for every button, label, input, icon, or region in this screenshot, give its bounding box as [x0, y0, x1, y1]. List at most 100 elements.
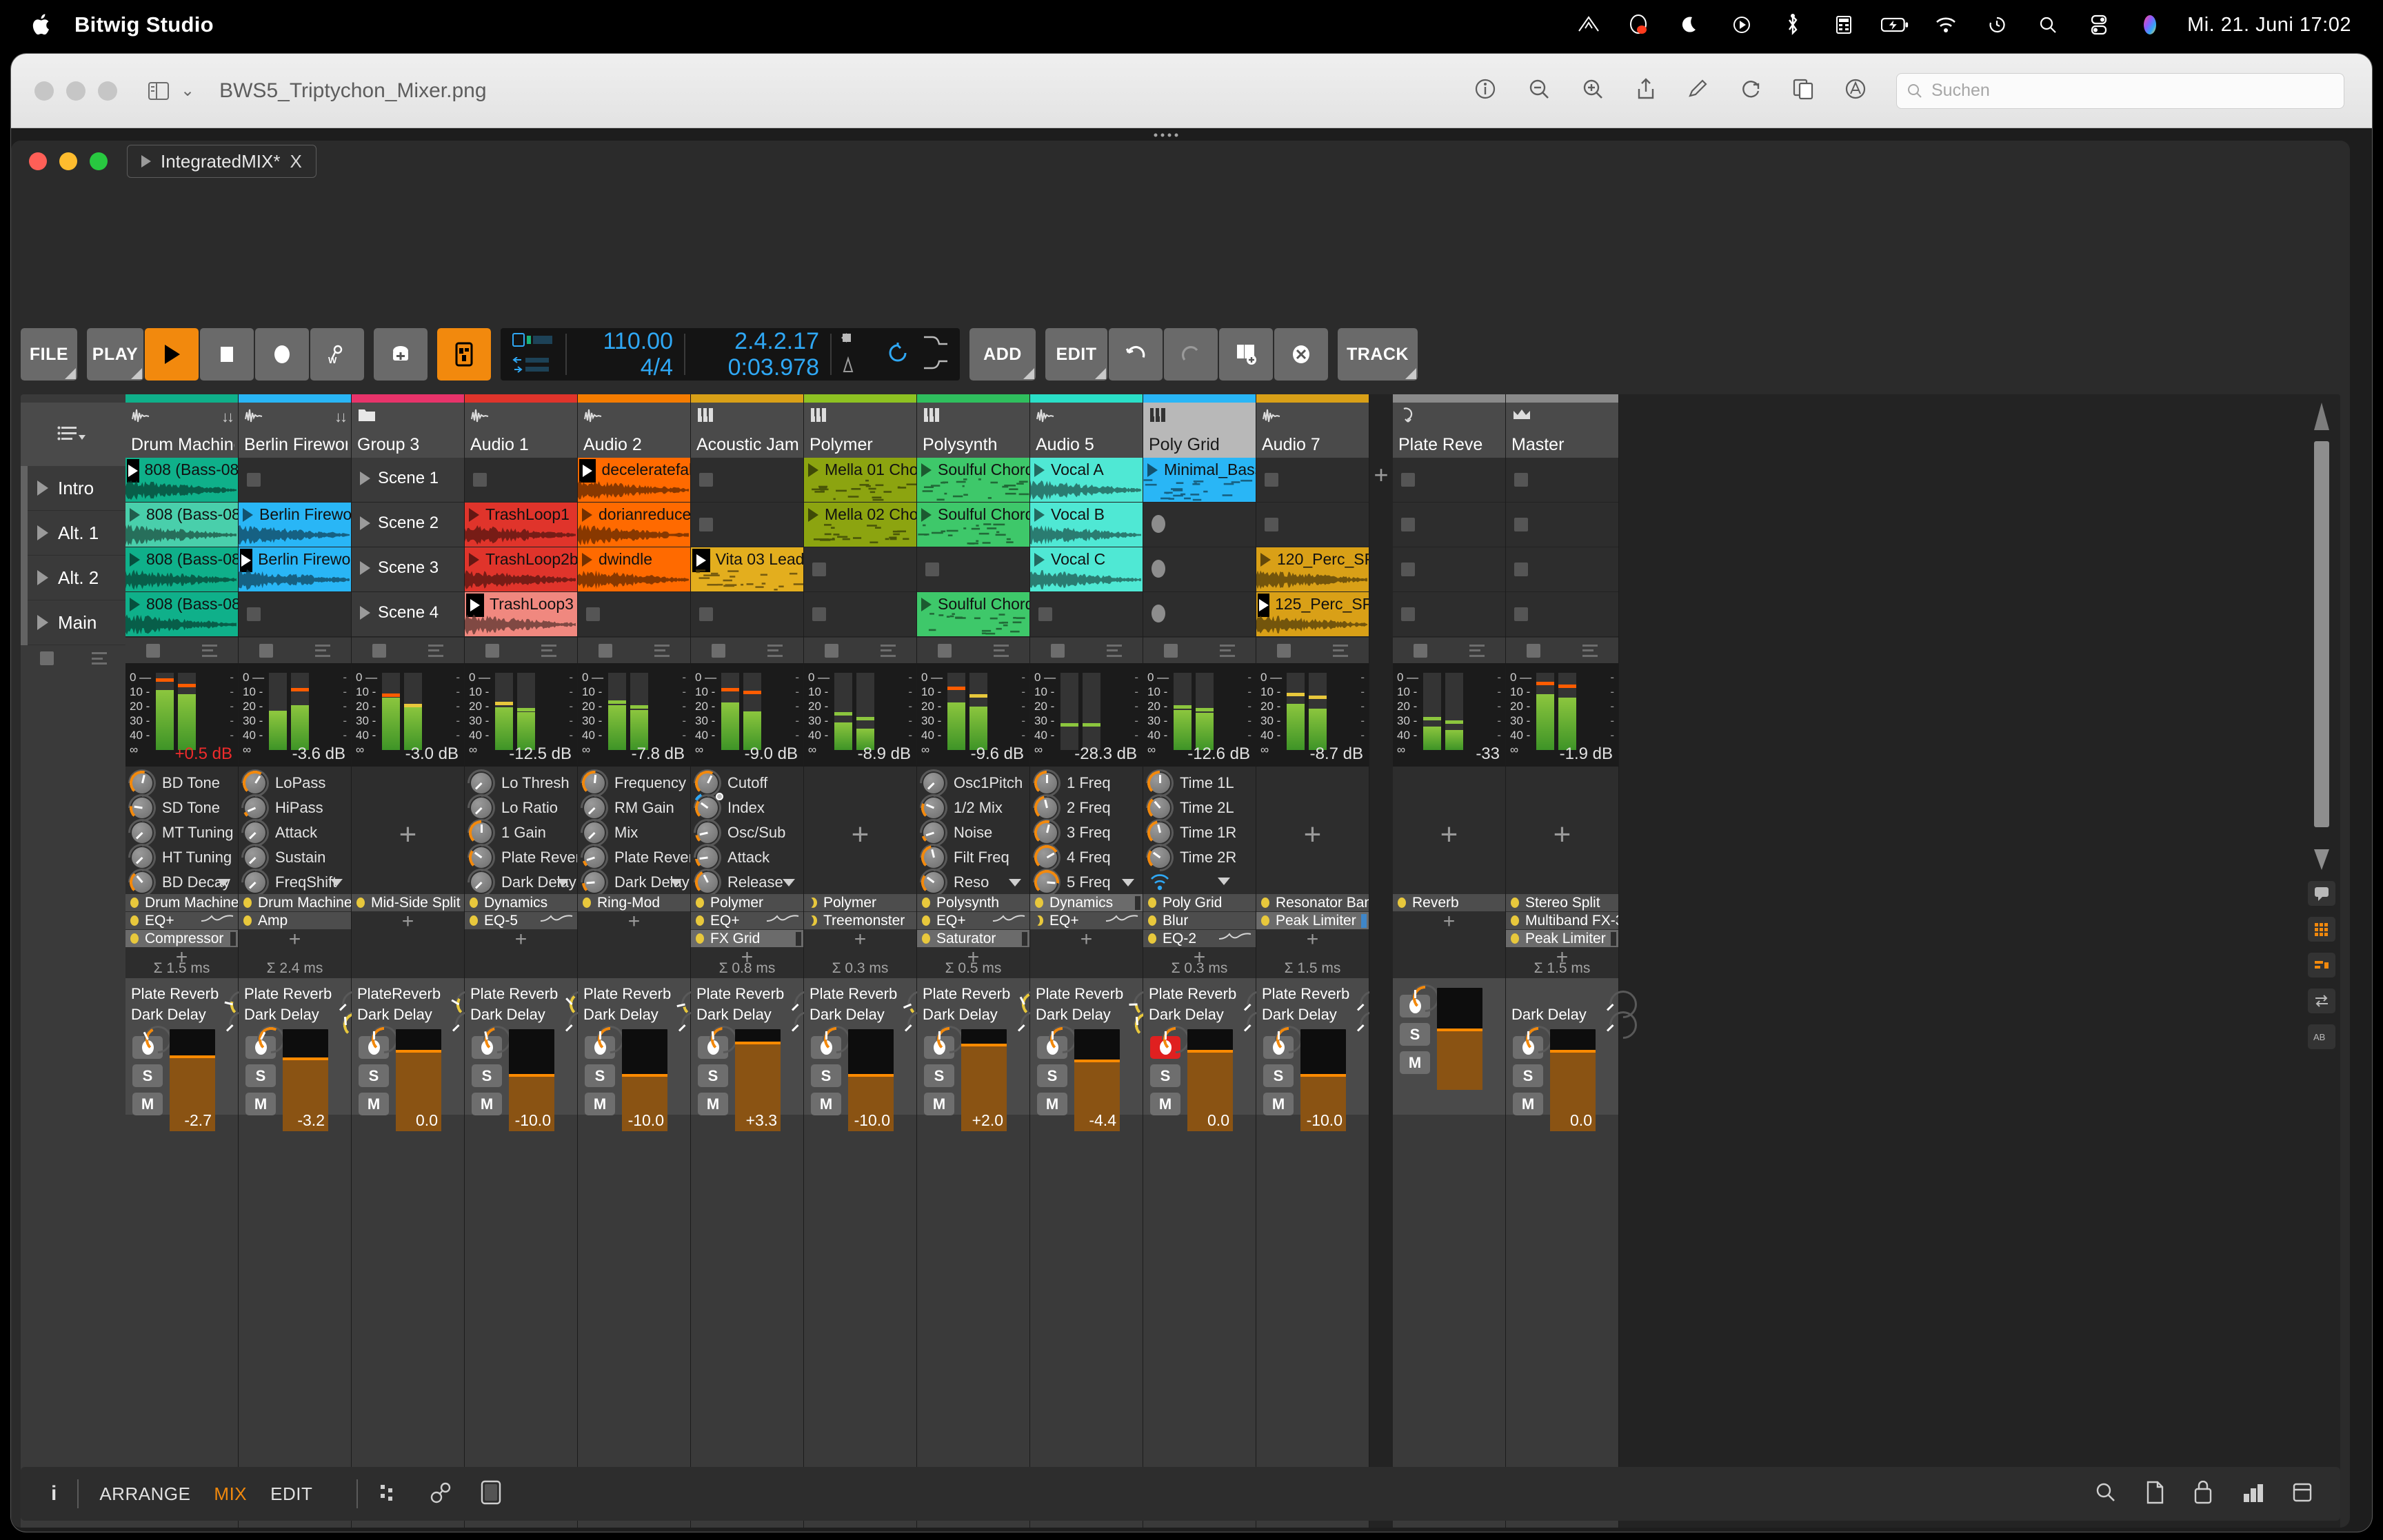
macro-panel[interactable]: + [1393, 767, 1505, 894]
macro-knob[interactable] [239, 813, 275, 853]
controlcenter-icon[interactable] [2085, 11, 2113, 39]
record-clip-icon[interactable] [1152, 515, 1165, 533]
stop-clips-icon[interactable] [1164, 643, 1178, 658]
macro-knob[interactable] [1143, 788, 1180, 828]
mixer-track[interactable]: Master 0 —10 -20 -30 -40 - ∞ ----- -1.9 d… [1506, 394, 1643, 1528]
clip-slot-empty[interactable] [804, 592, 916, 637]
clip-slot[interactable]: Soulful Chords 01 B [917, 503, 1029, 547]
clip-slot[interactable]: Vocal A [1030, 458, 1143, 503]
device-enable-icon[interactable] [356, 898, 365, 908]
mixer-track[interactable]: Audio 5 Vocal A Vocal B Vocal C 0 —10 -2… [1030, 394, 1167, 1528]
send-row[interactable]: Plate Reverb [465, 984, 602, 1024]
bottombar-link-mix[interactable]: MIX [214, 1483, 247, 1505]
bottombar-link-edit[interactable]: EDIT [270, 1483, 312, 1505]
track-name[interactable]: Poly Grid [1149, 435, 1252, 455]
apple-logo-icon[interactable] [30, 11, 54, 39]
device-enable-icon[interactable] [922, 898, 930, 908]
clip-slot-empty[interactable] [1256, 458, 1369, 503]
macro-knob[interactable] [125, 813, 162, 853]
device-slot[interactable]: Treemonster [804, 912, 916, 930]
stop-clip-icon[interactable] [812, 607, 826, 621]
track-stop-row[interactable] [1143, 637, 1256, 663]
macro-knob[interactable] [578, 838, 614, 878]
macro-knob[interactable] [239, 838, 275, 878]
mute-button[interactable]: M [924, 1093, 954, 1115]
clip-play-icon[interactable] [921, 463, 932, 477]
clip-slot-empty[interactable] [1143, 547, 1256, 592]
track-stop-row[interactable] [1256, 637, 1369, 663]
device-slot[interactable]: EQ+ [691, 912, 803, 930]
device-slot[interactable]: Polymer [691, 894, 803, 912]
undo-button[interactable] [1109, 328, 1163, 381]
macro-row[interactable]: HiPass [239, 788, 351, 828]
chevron-down-icon[interactable] [1120, 877, 1136, 891]
clip-play-icon[interactable] [130, 553, 140, 567]
macro-knob[interactable] [125, 788, 162, 828]
solo-button[interactable]: S [359, 1064, 389, 1087]
macro-knob[interactable] [917, 838, 954, 878]
add-device-button[interactable]: + [465, 929, 577, 950]
solo-button[interactable]: S [132, 1064, 163, 1087]
position-display[interactable]: 2.4.2.17 0:03.978 [685, 328, 830, 381]
transport-display[interactable]: 110.00 4/4 2.4.2.17 0:03.978 [501, 328, 960, 381]
stop-button[interactable] [200, 328, 254, 381]
send-row[interactable]: Dark Delay [465, 1004, 602, 1045]
macro-knob[interactable] [578, 788, 614, 828]
siri-icon[interactable] [2136, 11, 2164, 39]
tempo-signature-display[interactable]: 110.00 4/4 [567, 328, 684, 381]
stop-clip-icon[interactable] [699, 518, 713, 531]
bottombar-link-arrange[interactable]: ARRANGE [99, 1483, 190, 1505]
device-slot[interactable]: Polysynth [917, 894, 1029, 912]
macro-row[interactable]: 3 Freq [1030, 813, 1143, 853]
rotate-icon[interactable] [1739, 77, 1762, 104]
device-enable-icon[interactable] [130, 933, 139, 944]
device-enable-icon[interactable] [809, 898, 817, 908]
send-row[interactable]: Plate Reverb [804, 984, 941, 1024]
device-enable-icon[interactable] [1035, 898, 1043, 908]
device-slot[interactable]: Amp [239, 912, 351, 930]
tempo-value[interactable]: 110.00 [578, 328, 673, 354]
macro-row[interactable]: Frequency [578, 767, 690, 803]
device-enable-icon[interactable] [922, 933, 930, 944]
preview-search-input[interactable]: Suchen [1896, 72, 2344, 109]
mute-button[interactable]: M [585, 1093, 615, 1115]
macro-knob[interactable] [691, 813, 727, 853]
record-button[interactable] [255, 328, 309, 381]
keyboard-icon[interactable]: AB [2308, 1024, 2335, 1049]
device-slot[interactable]: EQ-5 [465, 912, 577, 930]
solo-button[interactable]: S [472, 1064, 502, 1087]
clip-slot[interactable]: dorianreduced_C [578, 503, 690, 547]
mute-button[interactable]: M [1263, 1093, 1294, 1115]
device-panel-icon[interactable] [2308, 953, 2335, 977]
info-icon[interactable]: i [51, 1482, 57, 1506]
swap-icon[interactable] [2308, 989, 2335, 1013]
send-row[interactable]: Dark Delay [691, 1004, 828, 1045]
close-icon[interactable]: X [290, 151, 301, 172]
group-scene-slot[interactable]: Scene 1 [352, 458, 464, 503]
macro-knob[interactable] [1143, 813, 1180, 853]
stop-clip-icon[interactable] [1401, 563, 1415, 576]
macro-row[interactable]: Lo Thresh [465, 767, 577, 803]
clip-slot-empty[interactable] [1030, 592, 1143, 637]
macro-knob[interactable] [578, 862, 614, 894]
send-row[interactable]: Plate Reverb [125, 984, 263, 1024]
volume-fader[interactable]: -10.0 [848, 1029, 894, 1131]
scroll-down-icon[interactable] [2314, 849, 2329, 870]
track-queue-icon[interactable] [1219, 644, 1235, 657]
stop-clips-icon[interactable] [146, 643, 161, 658]
stop-clip-icon[interactable] [1514, 563, 1528, 576]
clip-slot-empty[interactable] [1256, 503, 1369, 547]
mixer-track[interactable]: Group 3 Scene 1 Scene 2 Scene 3 Scene 4 … [352, 394, 489, 1528]
markup-icon[interactable] [1687, 77, 1710, 104]
solo-button[interactable]: S [698, 1064, 728, 1087]
track-stop-row[interactable] [804, 637, 916, 663]
track-stop-row[interactable] [1393, 637, 1505, 663]
project-tab[interactable]: IntegratedMIX* X [127, 145, 316, 178]
solo-button[interactable]: S [245, 1064, 276, 1087]
stop-all-icon[interactable] [39, 651, 54, 665]
clip-slot[interactable]: Mella 02 Chords [804, 503, 916, 547]
mute-button[interactable]: M [811, 1093, 841, 1115]
macro-row[interactable]: BD Tone [125, 767, 238, 803]
clip-slot[interactable]: 808 (Bass-08) - H... [125, 503, 238, 547]
stop-clip-icon[interactable] [1038, 607, 1052, 621]
